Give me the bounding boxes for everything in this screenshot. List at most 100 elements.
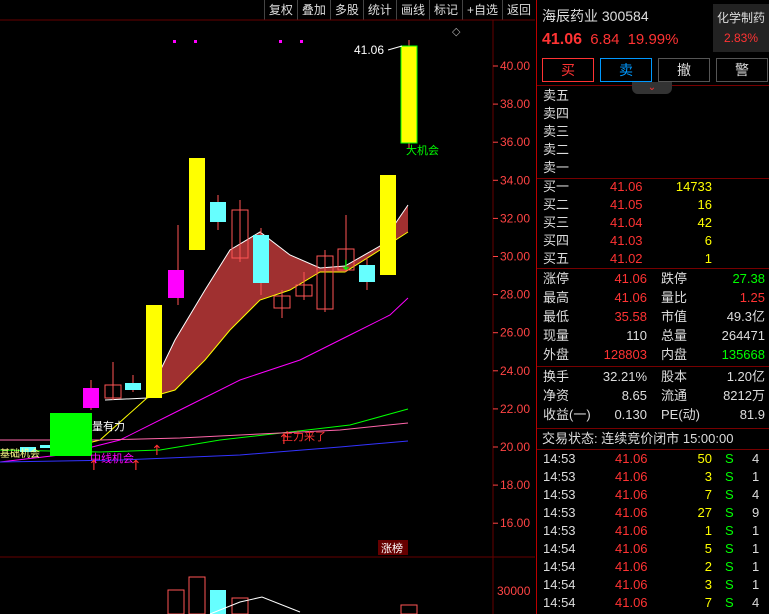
- price-tick: 16.00: [500, 516, 530, 530]
- stat-row: 换手 32.21% 股本 1.20亿: [537, 368, 769, 386]
- bid-volume: 6: [704, 233, 712, 248]
- price-tick: 18.00: [500, 478, 530, 492]
- bid-price: 41.06: [610, 179, 643, 194]
- tick-price: 41.06: [615, 487, 648, 502]
- tick-time: 14:54: [543, 577, 576, 592]
- stat-row: 最低 35.58 市值 49.3亿: [537, 308, 769, 326]
- candle: [50, 413, 92, 456]
- tick-side: S: [725, 577, 734, 592]
- candle: [400, 45, 418, 144]
- price-tick: 28.00: [500, 288, 530, 302]
- stat-value: 41.06: [614, 271, 647, 286]
- price-tick: 24.00: [500, 364, 530, 378]
- volume-bar: [400, 604, 418, 614]
- tick-price: 41.06: [615, 595, 648, 610]
- stat-row: 现量 110 总量 264471: [537, 327, 769, 345]
- candle: [380, 175, 396, 275]
- candle: [253, 235, 269, 283]
- stat-row: 收益(一) 0.130 PE(动) 81.9: [537, 406, 769, 424]
- tick-count: 1: [752, 523, 760, 538]
- alert-button[interactable]: 警: [716, 58, 768, 82]
- sector-pct: 2.83%: [723, 31, 759, 45]
- buy-button[interactable]: 买: [542, 58, 594, 82]
- tick-count: 1: [752, 469, 760, 484]
- tick-count: 1: [752, 541, 760, 556]
- sell-button[interactable]: 卖: [600, 58, 652, 82]
- tick-row: 14:54 41.06 2 S 1: [537, 558, 769, 576]
- stat-row: 净资 8.65 流通 8212万: [537, 387, 769, 405]
- stat-row: 涨停 41.06 跌停 27.38: [537, 270, 769, 288]
- stat-label: 现量: [543, 328, 570, 343]
- ask-label: 卖四: [543, 106, 570, 121]
- cancel-button[interactable]: 撤: [658, 58, 710, 82]
- tick-time: 14:53: [543, 505, 576, 520]
- price-tick: 38.00: [500, 97, 530, 111]
- stat-value: 1.25: [739, 290, 765, 305]
- tick-volume: 7: [704, 487, 712, 502]
- stat-label: 最高: [543, 290, 570, 305]
- tick-row: 14:53 41.06 1 S 1: [537, 522, 769, 540]
- tick-row: 14:54 41.06 5 S 1: [537, 540, 769, 558]
- stat-label: 最低: [543, 309, 570, 324]
- bid-row: 买三 41.04 42: [537, 214, 769, 232]
- tick-time: 14:53: [543, 451, 576, 466]
- ask-label: 卖二: [543, 142, 570, 157]
- price-line: 41.06 6.84 19.99%: [542, 31, 678, 49]
- tick-volume: 3: [704, 577, 712, 592]
- tick-row: 14:54 41.06 7 S 4: [537, 594, 769, 612]
- tick-volume: 1: [704, 523, 712, 538]
- tick-side: S: [725, 523, 734, 538]
- price-tick: 22.00: [500, 402, 530, 416]
- quote-panel: 海辰药业 300584 41.06 6.84 19.99% 化学制药 2.83%…: [536, 0, 769, 614]
- annotation-main-force: 主力来了: [282, 430, 326, 443]
- last-price-label: 41.06: [354, 43, 384, 57]
- bid-volume: 14733: [675, 179, 712, 194]
- tick-time: 14:54: [543, 595, 576, 610]
- stat-value: 0.130: [614, 407, 647, 422]
- tick-side: S: [725, 595, 734, 610]
- tick-row: 14:53 41.06 3 S 1: [537, 468, 769, 486]
- price-tick: 34.00: [500, 173, 530, 187]
- kline-chart[interactable]: 复权 叠加 多股 统计 画线 标记 +自选 返回 ◇ ↑ ↑ ↑ ↑ ↓ 大机会 量有力 中线…: [0, 0, 535, 614]
- diamond-icon[interactable]: ◇: [452, 25, 461, 38]
- bid-label: 买三: [543, 215, 570, 230]
- tick-time: 14:53: [543, 487, 576, 502]
- candle: [125, 383, 141, 390]
- kline-svg[interactable]: ◇ ↑ ↑ ↑ ↑ ↓ 大机会 量有力 中线机会 主力来了 基础机会 41.06…: [0, 0, 535, 614]
- volume-bars: [167, 576, 418, 614]
- ask-label: 卖三: [543, 124, 570, 139]
- stat-label: 收益(一): [543, 407, 591, 422]
- stat-label: 流通: [661, 388, 688, 403]
- stat-label: 外盘: [543, 347, 570, 362]
- stat-label: 换手: [543, 369, 570, 384]
- rank-badge[interactable]: 涨榜: [381, 541, 403, 555]
- candle: [210, 202, 226, 222]
- price-tick: 20.00: [500, 440, 530, 454]
- price-change: 6.84: [590, 31, 620, 48]
- bid-row: 买五 41.02 1: [537, 250, 769, 268]
- tick-price: 41.06: [615, 451, 648, 466]
- bid-price: 41.05: [610, 197, 643, 212]
- tick-price: 41.06: [615, 541, 648, 556]
- sector-box[interactable]: 化学制药 2.83%: [713, 4, 769, 52]
- bid-price: 41.03: [610, 233, 643, 248]
- up-arrow-icon: ↑: [151, 443, 163, 459]
- stat-value: 264471: [721, 328, 765, 343]
- tick-side: S: [725, 451, 734, 466]
- sector-name: 化学制药: [716, 11, 765, 25]
- signal-dot: [279, 40, 282, 43]
- tick-side: S: [725, 487, 734, 502]
- tick-row: 14:54 41.06 3 S 1: [537, 576, 769, 594]
- bid-row: 买四 41.03 6: [537, 232, 769, 250]
- bid-price: 41.02: [610, 251, 643, 266]
- current-price: 41.06: [542, 31, 583, 48]
- signal-dot: [300, 40, 303, 43]
- stat-value: 8.65: [621, 388, 647, 403]
- bid-label: 买一: [543, 179, 570, 194]
- stat-label: 量比: [661, 290, 688, 305]
- stat-label: 市值: [661, 309, 688, 324]
- tick-time: 14:53: [543, 469, 576, 484]
- candle: [359, 265, 375, 282]
- tick-count: 4: [752, 487, 760, 502]
- stat-value: 27.38: [732, 271, 765, 286]
